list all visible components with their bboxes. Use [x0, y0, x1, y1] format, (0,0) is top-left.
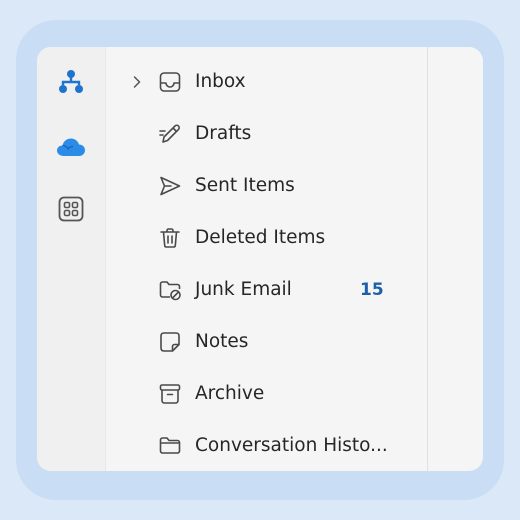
folder-inbox[interactable]: Inbox: [106, 60, 426, 104]
inbox-icon: [158, 70, 182, 94]
org-chart-icon[interactable]: [56, 67, 86, 97]
folder-label: Sent Items: [195, 175, 295, 196]
junk-folder-icon: [158, 278, 182, 302]
folder-label: Junk Email: [195, 279, 292, 300]
folder-sent-items[interactable]: Sent Items: [106, 164, 426, 208]
chevron-right-icon[interactable]: [130, 74, 144, 90]
drafts-pencil-icon: [158, 122, 182, 146]
folder-deleted-items[interactable]: Deleted Items: [106, 216, 426, 260]
archive-box-icon: [158, 382, 182, 406]
folder-label: Notes: [195, 331, 249, 352]
folder-label: Deleted Items: [195, 227, 326, 248]
pane-divider[interactable]: [427, 47, 428, 471]
folder-label: Archive: [195, 383, 265, 404]
folder-icon: [158, 434, 182, 458]
onedrive-cloud-icon[interactable]: [56, 132, 86, 162]
folder-conversation-history[interactable]: Conversation Histo...: [106, 424, 426, 468]
folder-label: Inbox: [195, 71, 246, 92]
folder-label: Conversation Histo...: [195, 435, 388, 456]
apps-grid-icon[interactable]: [56, 194, 86, 224]
folder-drafts[interactable]: Drafts: [106, 112, 426, 156]
unread-count-badge: 15: [360, 280, 384, 300]
folder-list: Inbox Drafts Sent Items Deleted Items Ju…: [106, 47, 426, 471]
folder-label: Drafts: [195, 123, 252, 144]
folder-notes[interactable]: Notes: [106, 320, 426, 364]
mail-window: Inbox Drafts Sent Items Deleted Items Ju…: [37, 47, 483, 471]
trash-icon: [158, 226, 182, 250]
note-icon: [158, 330, 182, 354]
sent-arrow-icon: [158, 174, 182, 198]
folder-junk-email[interactable]: Junk Email 15: [106, 268, 426, 312]
folder-archive[interactable]: Archive: [106, 372, 426, 416]
app-rail: [37, 47, 106, 471]
